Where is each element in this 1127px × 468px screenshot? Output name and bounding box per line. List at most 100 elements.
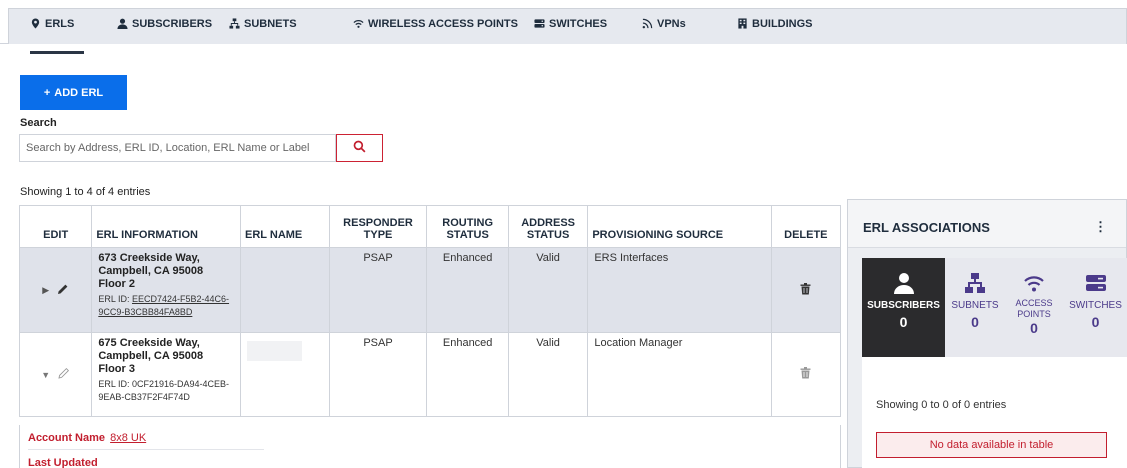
search-icon [353,140,366,156]
address-status-cell: Valid [507,332,589,417]
row-detail: Account Name 8x8 UK Last Updated [19,425,841,468]
erl-id-prefix: ERL ID: [98,294,132,304]
address-line: 673 Creekside Way, [98,252,200,264]
tab-bar: ERLS SUBSCRIBERS SUBNETS WIRELESS ACCESS… [0,0,1127,54]
tile-switches[interactable]: SWITCHES 0 [1063,258,1127,357]
tile-access-points[interactable]: ACCESS POINTS 0 [1005,258,1063,357]
tab-subscribers[interactable]: SUBSCRIBERS [117,18,212,54]
address-line: Campbell, CA 95008 [98,350,204,362]
table-header-row: EDIT ERL INFORMATION ERL NAME RESPONDER … [18,205,842,248]
tab-label: SWITCHES [549,18,608,30]
tile-subscribers[interactable]: SUBSCRIBERS 0 [862,258,945,357]
search-label: Search [20,117,57,129]
tab-subnets[interactable]: SUBNETS [229,18,297,54]
erl-information-cell: 673 Creekside Way, Campbell, CA 95008 Fl… [91,247,242,333]
tab-label: SUBSCRIBERS [132,18,213,30]
tab-label: ERLS [45,18,75,30]
responder-type-cell: PSAP [328,332,428,417]
add-erl-label: ADD ERL [54,86,104,99]
panel-header: ERL ASSOCIATIONS ⋮ [848,200,1126,248]
address-floor: Floor 2 [98,278,135,290]
col-delete: DELETE [770,205,842,248]
edit-cell: ▼ [18,332,93,417]
last-updated-label: Last Updated [28,457,98,468]
edit-cell: ▶ [18,247,93,333]
tile-count: 0 [899,314,908,330]
tile-count: 0 [1030,320,1038,336]
tile-count: 0 [1091,314,1100,330]
provisioning-source-cell: Location Manager [587,332,772,417]
trash-icon[interactable] [800,367,811,382]
col-erl-information[interactable]: ERL INFORMATION [91,205,242,248]
plus-icon: + [43,86,51,99]
erl-name-cell [240,247,330,333]
tab-switches[interactable]: SWITCHES [534,18,607,54]
more-menu-icon[interactable]: ⋮ [1094,219,1107,235]
tab-label: BUILDINGS [752,18,813,30]
tab-label: WIRELESS ACCESS POINTS [368,18,518,30]
account-name-label: Account Name [28,432,106,444]
erl-table: EDIT ERL INFORMATION ERL NAME RESPONDER … [18,205,842,417]
tile-label: SWITCHES [1069,300,1122,311]
col-erl-name[interactable]: ERL NAME [240,205,330,248]
tab-vpns[interactable]: VPNs [642,18,686,54]
tab-label: VPNs [657,18,686,30]
address-status-cell: Valid [507,247,589,333]
empty-table-message: No data available in table [876,432,1107,458]
delete-cell [770,332,842,417]
add-erl-button[interactable]: + ADD ERL [20,75,127,110]
tab-strip: ERLS SUBSCRIBERS SUBNETS WIRELESS ACCESS… [8,8,1127,54]
tab-wireless-access-points[interactable]: WIRELESS ACCESS POINTS [353,18,518,54]
tile-count: 0 [971,314,979,330]
erl-associations-panel: ERL ASSOCIATIONS ⋮ SUBSCRIBERS 0 SUBNETS… [847,199,1127,468]
redacted-name [247,341,303,361]
tile-label: SUBNETS [951,300,999,311]
col-address-status[interactable]: ADDRESS STATUS [507,205,589,248]
col-provisioning-source[interactable]: PROVISIONING SOURCE [587,205,772,248]
col-responder-type[interactable]: RESPONDER TYPE [328,205,428,248]
routing-status-cell: Enhanced [426,247,509,333]
panel-title: ERL ASSOCIATIONS [863,220,990,235]
network-icon [229,18,240,29]
building-icon [737,18,748,29]
col-routing-status[interactable]: ROUTING STATUS [426,205,509,248]
erl-id: ERL ID: EECD7424-F5B2-44C6-9CC9-B3CBB84F… [98,293,234,319]
network-icon [964,272,986,294]
delete-cell [770,247,842,333]
address-floor: Floor 3 [98,363,135,375]
tile-label: ACCESS POINTS [1015,298,1053,319]
table-row[interactable]: ▶ 673 Creekside Way, Campbell, CA 95008 … [18,247,842,333]
search-input[interactable] [19,134,336,162]
erl-information-cell: 675 Creekside Way, Campbell, CA 95008 Fl… [91,332,242,417]
person-icon [117,18,128,29]
wifi-icon [1023,272,1045,294]
switch-icon [1085,272,1107,294]
location-pin-icon [30,18,41,29]
associations-entries-count: Showing 0 to 0 of 0 entries [876,399,1007,411]
search-button[interactable] [336,134,383,162]
erl-id-prefix: ERL ID: [98,379,132,389]
tab-erls[interactable]: ERLS [30,18,84,54]
collapse-row-icon[interactable]: ▼ [41,370,50,380]
expand-row-icon[interactable]: ▶ [42,285,49,296]
responder-type-cell: PSAP [328,247,428,333]
tile-subnets[interactable]: SUBNETS 0 [945,258,1005,357]
address-line: 675 Creekside Way, [98,337,200,349]
entries-count: Showing 1 to 4 of 4 entries [20,186,151,198]
address-line: Campbell, CA 95008 [98,265,204,277]
wifi-icon [353,18,364,29]
tab-buildings[interactable]: BUILDINGS [737,18,813,54]
divider [28,449,264,450]
erl-name-cell [240,332,330,417]
trash-icon[interactable] [800,282,811,298]
pencil-icon[interactable] [58,367,70,382]
account-name: Account Name 8x8 UK [28,432,146,444]
tab-label: SUBNETS [244,18,297,30]
pencil-icon[interactable] [57,283,69,298]
col-edit[interactable]: EDIT [18,205,93,248]
rss-icon [642,18,653,29]
account-link[interactable]: 8x8 UK [110,432,146,444]
person-icon [893,272,915,294]
table-row[interactable]: ▼ 675 Creekside Way, Campbell, CA 95008 … [18,332,842,417]
routing-status-cell: Enhanced [426,332,509,417]
